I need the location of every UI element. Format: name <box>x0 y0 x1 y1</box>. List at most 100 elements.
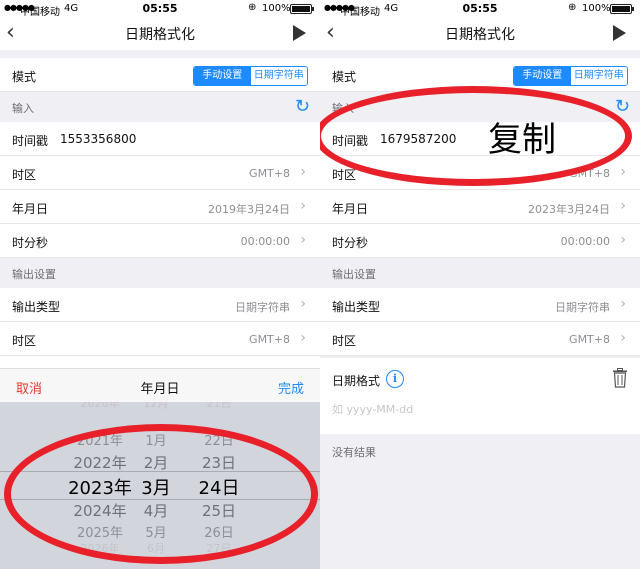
output-type-value: 日期字符串 <box>555 301 610 314</box>
timezone-label: 时区 <box>332 168 357 182</box>
trash-icon[interactable] <box>612 368 628 388</box>
time-label: 时分秒 <box>332 236 369 250</box>
timestamp-label: 时间戳 <box>12 134 49 148</box>
mode-row: 模式 手动设置 日期字符串 <box>320 58 640 92</box>
output-timezone-label: 时区 <box>12 334 37 348</box>
date-label: 年月日 <box>12 202 49 216</box>
mode-row: 模式 手动设置 日期字符串 <box>0 58 320 92</box>
lock-rotation-icon: ⊕ <box>568 2 577 13</box>
divider <box>320 50 640 58</box>
date-format-input[interactable]: 如 yyyy-MM-dd <box>332 401 413 417</box>
chevron-right-icon: › <box>620 232 626 248</box>
timezone-row[interactable]: 时区 GMT+8 › <box>0 156 320 190</box>
timestamp-value[interactable]: 1553356800 <box>60 132 136 146</box>
mode-segmented-control: 手动设置 日期字符串 <box>513 66 628 86</box>
mode-label: 模式 <box>12 70 37 84</box>
picker-day-item[interactable]: 23日 <box>180 452 258 473</box>
timestamp-value[interactable]: 1679587200 <box>380 132 456 146</box>
output-type-row[interactable]: 输出类型 日期字符串 › <box>0 288 320 322</box>
timezone-value: GMT+8 <box>569 167 610 180</box>
mode-option-date-string[interactable]: 日期字符串 <box>570 67 627 85</box>
chevron-right-icon: › <box>620 164 626 180</box>
mode-segmented-control: 手动设置 日期字符串 <box>193 66 308 86</box>
picker-day-item[interactable]: 22日 <box>180 430 258 449</box>
picker-done-button[interactable]: 完成 <box>278 378 304 397</box>
chevron-right-icon: › <box>620 198 626 214</box>
lock-rotation-icon: ⊕ <box>248 2 257 13</box>
time-value: 00:00:00 <box>240 235 290 248</box>
refresh-icon[interactable]: ↻ <box>615 96 630 117</box>
chevron-right-icon: › <box>300 330 306 346</box>
no-result-text: 没有结果 <box>332 446 376 459</box>
refresh-icon[interactable]: ↻ <box>295 96 310 117</box>
mode-option-manual[interactable]: 手动设置 <box>514 67 571 85</box>
nav-bar: ‹ 日期格式化 <box>0 18 320 50</box>
output-timezone-value: GMT+8 <box>569 333 610 346</box>
picker-day-item[interactable]: 24日 <box>180 474 258 500</box>
mode-option-manual[interactable]: 手动设置 <box>194 67 251 85</box>
date-value: 2023年3月24日 <box>528 203 610 216</box>
divider <box>0 50 320 58</box>
mode-option-date-string[interactable]: 日期字符串 <box>250 67 307 85</box>
status-bar: ●●●●● 中国移动 4G 05:55 ⊕ 100% <box>0 0 320 18</box>
picker-title: 年月日 <box>140 382 180 397</box>
time-row[interactable]: 时分秒 00:00:00 › <box>0 224 320 258</box>
page-title: 日期格式化 <box>445 27 515 43</box>
picker-day-item[interactable]: 21日 <box>180 402 258 411</box>
output-type-label: 输出类型 <box>12 300 61 314</box>
timestamp-row[interactable]: 时间戳 1679587200 <box>320 122 640 156</box>
timezone-value: GMT+8 <box>249 167 290 180</box>
output-timezone-row[interactable]: 时区 GMT+8 › <box>320 322 640 356</box>
output-timezone-row[interactable]: 时区 GMT+8 › <box>0 322 320 356</box>
battery-percent: 100% <box>582 3 611 14</box>
picker-toolbar: 取消 年月日 完成 <box>0 368 320 402</box>
battery-icon <box>610 4 634 14</box>
picker-day-item[interactable]: 25日 <box>180 500 258 521</box>
output-timezone-label: 时区 <box>332 334 357 348</box>
output-section-title: 输出设置 <box>12 268 56 281</box>
date-label: 年月日 <box>332 202 369 216</box>
date-row[interactable]: 年月日 2023年3月24日 › <box>320 190 640 224</box>
page-title: 日期格式化 <box>125 27 195 43</box>
picker-day-item[interactable]: 26日 <box>180 522 258 541</box>
chevron-right-icon: › <box>300 296 306 312</box>
date-row[interactable]: 年月日 2019年3月24日 › <box>0 190 320 224</box>
input-section-header: 输入 ↻ <box>320 92 640 122</box>
status-bar: ●●●●● 中国移动 4G 05:55 ⊕ 100% <box>320 0 640 18</box>
time-value: 00:00:00 <box>560 235 610 248</box>
picker-day-item[interactable]: 27日 <box>180 540 258 556</box>
input-section-header: 输入 ↻ <box>0 92 320 122</box>
right-phone-screen: ●●●●● 中国移动 4G 05:55 ⊕ 100% ‹ 日期格式化 模式 手动… <box>320 0 640 569</box>
play-icon[interactable] <box>293 25 306 41</box>
chevron-right-icon: › <box>300 198 306 214</box>
nav-bar: ‹ 日期格式化 <box>320 18 640 50</box>
chevron-right-icon: › <box>620 296 626 312</box>
mode-label: 模式 <box>332 70 357 84</box>
output-type-label: 输出类型 <box>332 300 381 314</box>
result-area: 没有结果 <box>320 434 640 569</box>
output-type-value: 日期字符串 <box>235 301 290 314</box>
timezone-label: 时区 <box>12 168 37 182</box>
play-icon[interactable] <box>613 25 626 41</box>
output-type-row[interactable]: 输出类型 日期字符串 › <box>320 288 640 322</box>
input-section-title: 输入 <box>332 102 354 115</box>
time-label: 时分秒 <box>12 236 49 250</box>
left-phone-screen: ●●●●● 中国移动 4G 05:55 ⊕ 100% ‹ 日期格式化 模式 手动… <box>0 0 320 569</box>
info-icon[interactable]: i <box>386 370 404 388</box>
chevron-right-icon: › <box>300 164 306 180</box>
battery-percent: 100% <box>262 3 291 14</box>
chevron-right-icon: › <box>620 330 626 346</box>
output-section-title: 输出设置 <box>332 268 376 281</box>
date-format-block: 日期格式 i 如 yyyy-MM-dd <box>320 358 640 434</box>
output-section-header: 输出设置 <box>0 258 320 288</box>
timestamp-row[interactable]: 时间戳 1553356800 <box>0 122 320 156</box>
copy-annotation: 复制 <box>488 120 556 160</box>
date-picker-wheel[interactable]: 2020年 2021年 2022年 2023年 2024年 2025年 2026年 12月 1… <box>0 402 320 569</box>
timestamp-label: 时间戳 <box>332 134 369 148</box>
input-section-title: 输入 <box>12 102 34 115</box>
battery-icon <box>290 4 314 14</box>
timezone-row[interactable]: 时区 GMT+8 › <box>320 156 640 190</box>
picker-day-column[interactable]: 21日 22日 23日 24日 25日 26日 27日 <box>180 402 258 569</box>
chevron-right-icon: › <box>300 232 306 248</box>
time-row[interactable]: 时分秒 00:00:00 › <box>320 224 640 258</box>
